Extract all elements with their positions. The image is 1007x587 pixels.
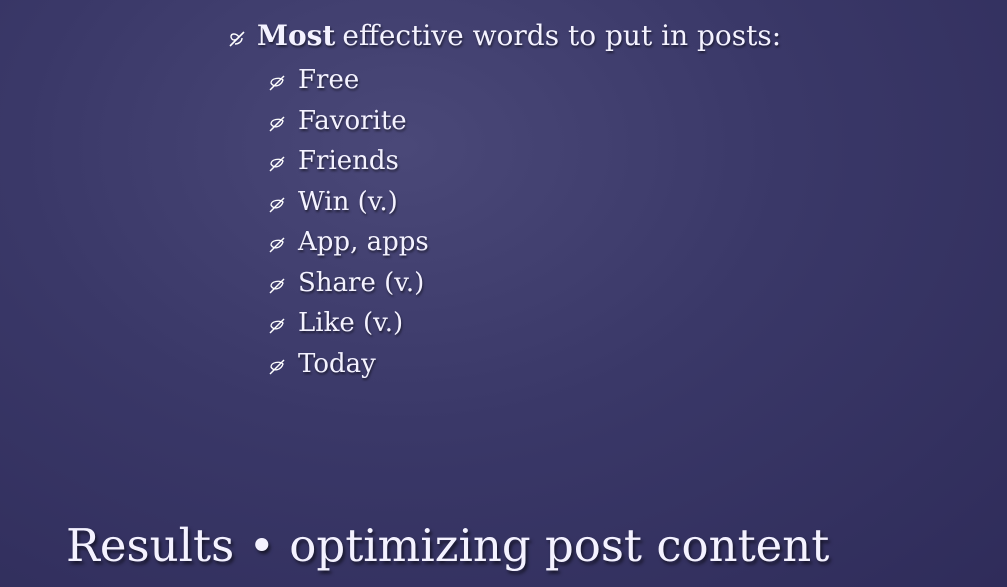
leaf-bullet-icon [227, 29, 247, 49]
sub-bullet-label: Friends [298, 146, 399, 177]
sub-bullet-item: Free [268, 60, 429, 101]
slide-title: Results • optimizing post content [66, 519, 830, 572]
sub-bullet-label: Free [298, 65, 360, 96]
leaf-bullet-icon [268, 115, 286, 133]
sub-bullet-label: App, apps [298, 227, 429, 258]
sub-bullet-label: Share (v.) [298, 267, 425, 298]
leaf-bullet-icon [268, 236, 286, 254]
slide: Most effective words to put in posts: Fr… [0, 0, 1007, 587]
leaf-bullet-icon [268, 74, 286, 92]
sub-bullet-item: Like (v.) [268, 303, 429, 344]
leaf-bullet-icon [268, 196, 286, 214]
main-bullet-emphasis: Most [257, 19, 336, 52]
sub-bullet-item: Favorite [268, 101, 429, 142]
sub-bullet-item: Win (v.) [268, 182, 429, 223]
sub-bullet-label: Favorite [298, 105, 407, 136]
leaf-bullet-icon [268, 277, 286, 295]
sub-bullet-item: Today [268, 344, 429, 385]
sub-bullet-item: Share (v.) [268, 263, 429, 304]
leaf-bullet-icon [268, 358, 286, 376]
sub-bullet-item: App, apps [268, 222, 429, 263]
main-bullet-text: effective words to put in posts: [342, 19, 782, 52]
sub-bullet-label: Like (v.) [298, 308, 404, 339]
leaf-bullet-icon [268, 155, 286, 173]
leaf-bullet-icon [268, 317, 286, 335]
sub-bullet-label: Win (v.) [298, 186, 398, 217]
sub-bullet-list: Free Favorite Friends Win (v.) App, apps… [268, 60, 429, 384]
main-bullet: Most effective words to put in posts: [227, 18, 781, 54]
sub-bullet-label: Today [298, 348, 376, 379]
sub-bullet-item: Friends [268, 141, 429, 182]
